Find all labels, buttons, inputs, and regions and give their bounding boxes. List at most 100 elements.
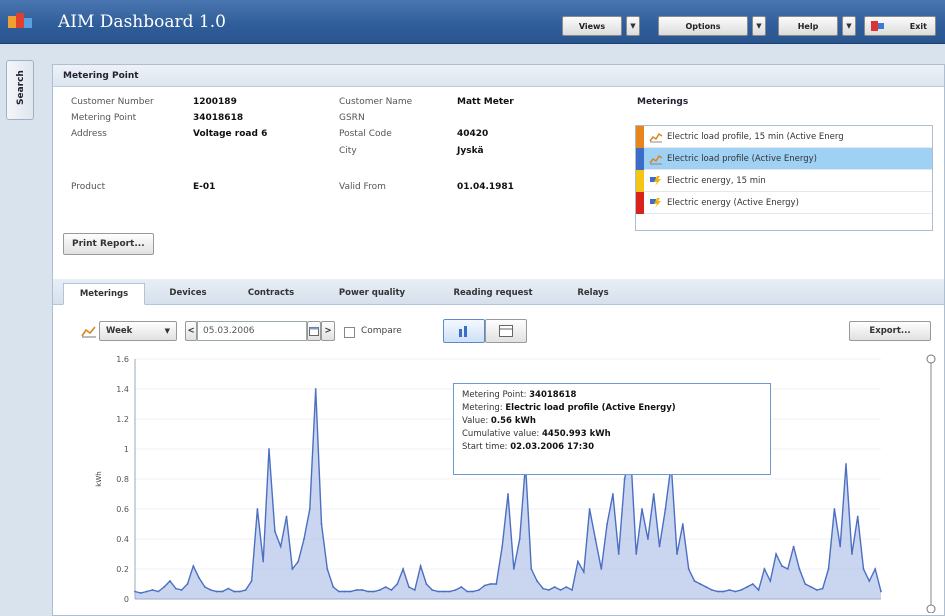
data-point <box>530 568 533 570</box>
metering-item[interactable]: Electric load profile, 15 min (Active En… <box>636 125 932 148</box>
period-select[interactable]: Week ▼ <box>99 321 177 341</box>
options-dropdown-button[interactable]: ▼ <box>752 16 766 36</box>
tab-relays[interactable]: Relays <box>563 283 623 305</box>
views-button[interactable]: Views <box>562 16 622 36</box>
data-point <box>734 590 737 593</box>
data-point <box>408 586 410 588</box>
detail-tabs: Meterings Devices Contracts Power qualit… <box>53 279 944 305</box>
metering-color-bar <box>636 169 644 192</box>
product-label: Product <box>71 182 106 192</box>
help-button[interactable]: Help <box>778 16 838 36</box>
data-point <box>186 583 189 585</box>
data-point <box>553 586 556 588</box>
load-profile-icon <box>649 132 663 142</box>
y-tick-label: 0.8 <box>116 475 129 484</box>
tab-power-quality[interactable]: Power quality <box>321 283 423 305</box>
tab-devices[interactable]: Devices <box>153 283 223 305</box>
customer-name-value: Matt Meter <box>457 97 514 107</box>
search-side-tab[interactable]: Search <box>6 60 34 120</box>
options-button[interactable]: Options <box>658 16 748 36</box>
data-point <box>798 568 801 570</box>
previous-date-button[interactable]: < <box>185 321 197 341</box>
export-button[interactable]: Export... <box>849 321 931 341</box>
bar-view-toggle[interactable] <box>443 319 485 343</box>
help-dropdown-button[interactable]: ▼ <box>842 16 856 36</box>
exit-button[interactable]: Exit <box>864 16 936 36</box>
tab-contracts[interactable]: Contracts <box>231 283 311 305</box>
data-point <box>291 568 294 570</box>
metering-item[interactable]: Electric energy (Active Energy) <box>636 191 932 214</box>
print-report-button[interactable]: Print Report... <box>63 233 154 255</box>
data-point <box>489 583 492 585</box>
data-point <box>728 589 731 591</box>
data-point <box>180 589 183 591</box>
tab-reading-request[interactable]: Reading request <box>435 283 551 305</box>
product-value: E-01 <box>193 182 216 192</box>
valid-from-value: 01.04.1981 <box>457 182 514 192</box>
data-point <box>419 565 422 567</box>
data-point <box>507 493 509 495</box>
y-axis-label: kWh <box>95 471 103 486</box>
tooltip-metering-value: Electric load profile (Active Energy) <box>505 403 676 413</box>
data-point <box>792 545 795 548</box>
y-tick-label: 1.4 <box>116 385 129 394</box>
data-point <box>402 568 404 570</box>
data-point <box>582 571 585 573</box>
data-point <box>804 583 807 585</box>
search-side-tab-label: Search <box>16 70 26 105</box>
y-tick-label: 1.2 <box>116 415 129 424</box>
app-header: AIM Dashboard 1.0 Views ▼ Options ▼ Help… <box>0 0 945 44</box>
data-point <box>647 538 649 540</box>
date-input[interactable]: 05.03.2006 <box>197 321 307 341</box>
period-select-value: Week <box>106 326 133 336</box>
data-point <box>244 589 247 591</box>
bar-chart-icon <box>459 326 467 337</box>
data-point <box>501 545 504 548</box>
data-point <box>268 448 270 450</box>
metering-item-selected[interactable]: Electric load profile (Active Energy) <box>636 147 932 170</box>
data-point <box>192 565 195 567</box>
data-point <box>594 538 597 540</box>
compare-checkbox[interactable] <box>344 327 355 338</box>
app-title: AIM Dashboard 1.0 <box>58 12 226 32</box>
data-point <box>425 583 428 585</box>
tooltip-start-time-value: 02.03.2006 17:30 <box>510 442 595 452</box>
views-dropdown-button[interactable]: ▼ <box>626 16 640 36</box>
address-value: Voltage road 6 <box>193 129 268 139</box>
data-point <box>174 587 177 590</box>
tooltip-metering-label: Metering: <box>462 403 503 413</box>
data-point <box>396 583 399 585</box>
calendar-button[interactable] <box>307 321 321 341</box>
tooltip-value-label: Value: <box>462 416 489 426</box>
tab-meterings[interactable]: Meterings <box>63 283 145 305</box>
data-point <box>361 589 364 591</box>
data-point <box>478 589 480 591</box>
data-point <box>775 553 777 555</box>
data-point <box>856 515 859 518</box>
next-date-button[interactable]: > <box>321 321 335 341</box>
valid-from-label: Valid From <box>339 182 386 192</box>
table-view-toggle[interactable] <box>485 319 527 343</box>
data-point <box>355 589 358 591</box>
data-point <box>705 586 708 588</box>
metering-item-label: Electric energy (Active Energy) <box>667 197 799 208</box>
data-point <box>233 590 236 593</box>
data-point <box>448 590 451 593</box>
data-point <box>349 590 352 593</box>
chart-type-icon[interactable] <box>81 324 97 338</box>
metering-item[interactable]: Electric energy, 15 min <box>636 169 932 192</box>
y-tick-label: 0 <box>124 595 129 604</box>
data-point <box>134 590 136 593</box>
data-point <box>308 508 311 510</box>
data-point <box>542 587 544 590</box>
load-profile-icon <box>649 154 663 164</box>
y-tick-label: 0.6 <box>116 505 129 514</box>
data-point <box>431 589 434 591</box>
main-panel: Metering Point Customer Number 1200189 M… <box>52 64 945 616</box>
meterings-list: Electric load profile, 15 min (Active En… <box>635 125 933 231</box>
data-point <box>821 587 824 590</box>
data-point <box>547 589 550 591</box>
data-point <box>472 590 474 593</box>
data-point <box>751 583 754 585</box>
data-point <box>373 590 375 593</box>
